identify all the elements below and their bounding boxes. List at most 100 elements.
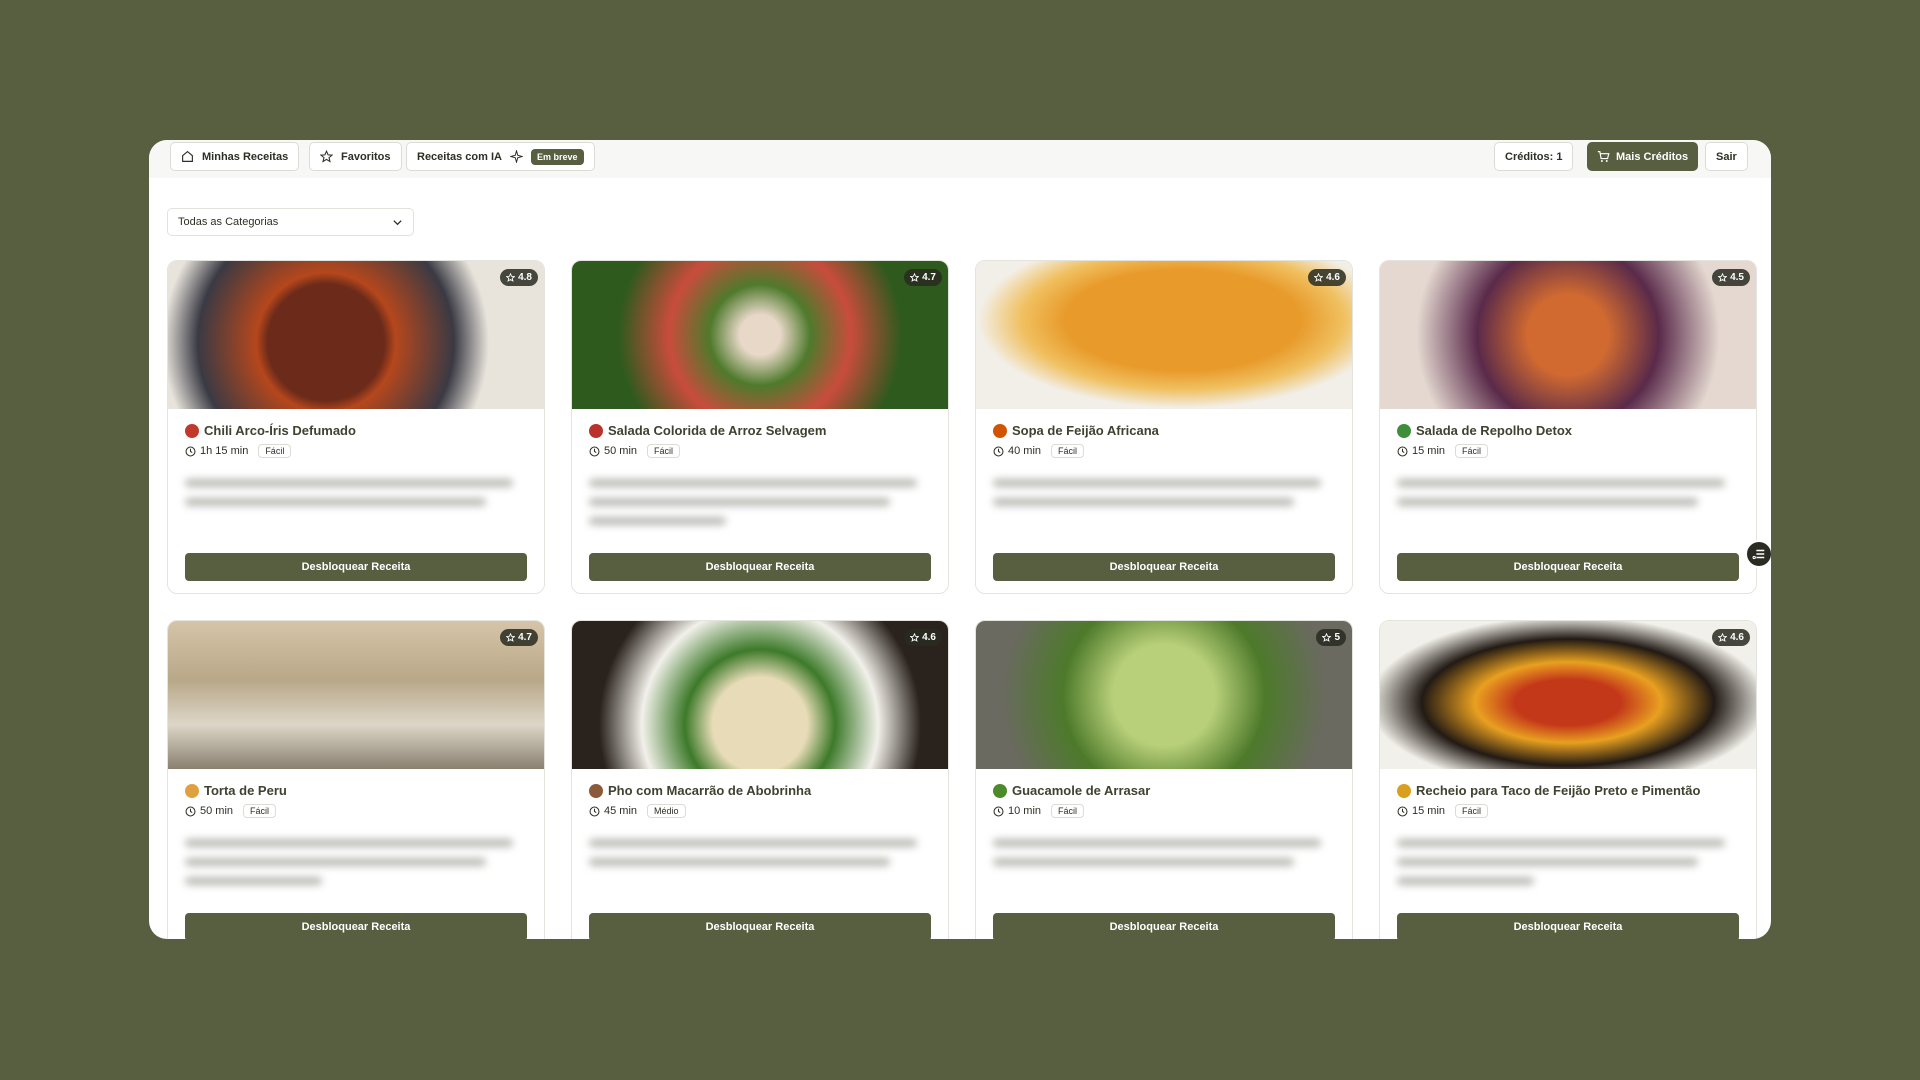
recipe-meta: 15 min Fácil bbox=[1397, 804, 1489, 818]
prep-time: 40 min bbox=[993, 445, 1041, 457]
recipe-meta: 15 min Fácil bbox=[1397, 444, 1489, 458]
prep-time-value: 1h 15 min bbox=[200, 445, 249, 457]
recipe-image: 4.7 bbox=[572, 261, 948, 409]
ai-recipes-button[interactable]: Receitas com IA Em breve bbox=[406, 142, 595, 171]
prep-time-value: 10 min bbox=[1008, 805, 1042, 817]
recipe-card[interactable]: 5 Guacamole de Arrasar 10 min Fácil Desb… bbox=[975, 620, 1353, 939]
recipe-image: 4.6 bbox=[1380, 621, 1756, 769]
recipe-title-row: Pho com Macarrão de Abobrinha bbox=[589, 783, 811, 798]
unlock-recipe-button[interactable]: Desbloquear Receita bbox=[993, 553, 1335, 581]
clock-icon bbox=[1397, 446, 1408, 456]
cart-icon bbox=[1597, 151, 1610, 162]
prep-time: 50 min bbox=[185, 805, 233, 817]
rating-badge: 4.7 bbox=[904, 269, 942, 286]
list-icon bbox=[1752, 549, 1765, 560]
prep-time-value: 40 min bbox=[1008, 445, 1042, 457]
blurred-description bbox=[589, 479, 931, 536]
dish-icon bbox=[1397, 423, 1411, 438]
my-recipes-button[interactable]: Minhas Receitas bbox=[170, 142, 300, 171]
more-credits-button[interactable]: Mais Créditos bbox=[1587, 142, 1699, 171]
recipe-meta: 10 min Fácil bbox=[993, 804, 1085, 818]
prep-time-value: 50 min bbox=[604, 445, 638, 457]
rating-value: 4.8 bbox=[518, 272, 532, 283]
recipe-meta: 40 min Fácil bbox=[993, 444, 1085, 458]
star-icon bbox=[1314, 273, 1324, 282]
rating-value: 4.6 bbox=[1730, 632, 1744, 643]
clock-icon bbox=[589, 806, 600, 816]
blurred-description bbox=[185, 479, 527, 517]
recipe-title-row: Torta de Peru bbox=[185, 783, 287, 798]
ai-recipes-label: Receitas com IA bbox=[417, 150, 502, 163]
favorites-button[interactable]: Favoritos bbox=[309, 142, 402, 171]
prep-time: 1h 15 min bbox=[185, 445, 248, 457]
home-icon bbox=[182, 150, 193, 162]
dish-icon bbox=[185, 783, 199, 798]
difficulty-badge: Fácil bbox=[258, 444, 292, 458]
recipe-card[interactable]: 4.6 Pho com Macarrão de Abobrinha 45 min… bbox=[571, 620, 949, 939]
recipe-title: Torta de Peru bbox=[204, 783, 287, 798]
recipe-card[interactable]: 4.6 Recheio para Taco de Feijão Preto e … bbox=[1379, 620, 1757, 939]
clock-icon bbox=[589, 446, 600, 456]
dish-icon bbox=[1397, 783, 1411, 798]
recipe-title-row: Salada Colorida de Arroz Selvagem bbox=[589, 423, 826, 438]
recipe-title-row: Recheio para Taco de Feijão Preto e Pime… bbox=[1397, 783, 1700, 798]
dish-icon bbox=[185, 423, 199, 438]
floating-menu-button[interactable] bbox=[1745, 540, 1771, 568]
recipe-title: Sopa de Feijão Africana bbox=[1012, 423, 1159, 438]
prep-time: 15 min bbox=[1397, 805, 1445, 817]
credits-label: Créditos: 1 bbox=[1505, 150, 1563, 163]
favorites-label: Favoritos bbox=[341, 150, 391, 163]
sparkle-icon bbox=[509, 150, 523, 163]
unlock-recipe-button[interactable]: Desbloquear Receita bbox=[185, 553, 527, 581]
recipe-title: Pho com Macarrão de Abobrinha bbox=[608, 783, 812, 798]
star-icon bbox=[320, 150, 333, 163]
prep-time: 10 min bbox=[993, 805, 1041, 817]
dish-icon bbox=[993, 783, 1007, 798]
logout-button[interactable]: Sair bbox=[1705, 142, 1748, 171]
star-icon bbox=[910, 633, 920, 642]
dish-icon bbox=[589, 423, 603, 438]
recipe-image: 4.5 bbox=[1380, 261, 1756, 409]
category-filter-select[interactable]: Todas as Categorias bbox=[167, 208, 414, 236]
star-icon bbox=[506, 633, 516, 642]
recipe-image: 4.7 bbox=[168, 621, 544, 769]
difficulty-badge: Fácil bbox=[1455, 804, 1489, 818]
recipe-title: Salada de Repolho Detox bbox=[1416, 423, 1573, 438]
difficulty-badge: Fácil bbox=[1051, 804, 1085, 818]
recipe-card[interactable]: 4.5 Salada de Repolho Detox 15 min Fácil… bbox=[1379, 260, 1757, 594]
recipe-meta: 1h 15 min Fácil bbox=[185, 444, 292, 458]
recipe-title: Chili Arco-Íris Defumado bbox=[204, 423, 356, 438]
recipe-meta: 45 min Médio bbox=[589, 804, 686, 818]
recipe-title-row: Salada de Repolho Detox bbox=[1397, 423, 1572, 438]
star-icon bbox=[1718, 273, 1728, 282]
unlock-recipe-button[interactable]: Desbloquear Receita bbox=[589, 913, 931, 939]
recipe-title: Salada Colorida de Arroz Selvagem bbox=[608, 423, 827, 438]
recipe-card[interactable]: 4.6 Sopa de Feijão Africana 40 min Fácil… bbox=[975, 260, 1353, 594]
unlock-recipe-button[interactable]: Desbloquear Receita bbox=[1397, 553, 1739, 581]
star-icon bbox=[910, 273, 920, 282]
unlock-recipe-button[interactable]: Desbloquear Receita bbox=[1397, 913, 1739, 939]
recipe-card[interactable]: 4.8 Chili Arco-Íris Defumado 1h 15 min F… bbox=[167, 260, 545, 594]
recipe-card[interactable]: 4.7 Torta de Peru 50 min Fácil Desbloque… bbox=[167, 620, 545, 939]
rating-value: 4.7 bbox=[922, 272, 936, 283]
logout-label: Sair bbox=[1716, 150, 1737, 163]
clock-icon bbox=[185, 806, 196, 816]
recipe-title-row: Guacamole de Arrasar bbox=[993, 783, 1150, 798]
star-icon bbox=[506, 273, 516, 282]
rating-value: 4.7 bbox=[518, 632, 532, 643]
chevron-down-icon bbox=[393, 219, 402, 225]
recipe-title: Recheio para Taco de Feijão Preto e Pime… bbox=[1416, 783, 1701, 798]
rating-badge: 4.6 bbox=[904, 629, 942, 646]
recipe-image: 5 bbox=[976, 621, 1352, 769]
difficulty-badge: Médio bbox=[647, 804, 686, 818]
rating-badge: 4.7 bbox=[500, 629, 538, 646]
blurred-description bbox=[185, 839, 527, 896]
rating-value: 4.6 bbox=[922, 632, 936, 643]
recipe-card[interactable]: 4.7 Salada Colorida de Arroz Selvagem 50… bbox=[571, 260, 949, 594]
unlock-recipe-button[interactable]: Desbloquear Receita bbox=[993, 913, 1335, 939]
unlock-recipe-button[interactable]: Desbloquear Receita bbox=[589, 553, 931, 581]
dish-icon bbox=[589, 783, 603, 798]
difficulty-badge: Fácil bbox=[1051, 444, 1085, 458]
prep-time-value: 50 min bbox=[200, 805, 234, 817]
unlock-recipe-button[interactable]: Desbloquear Receita bbox=[185, 913, 527, 939]
